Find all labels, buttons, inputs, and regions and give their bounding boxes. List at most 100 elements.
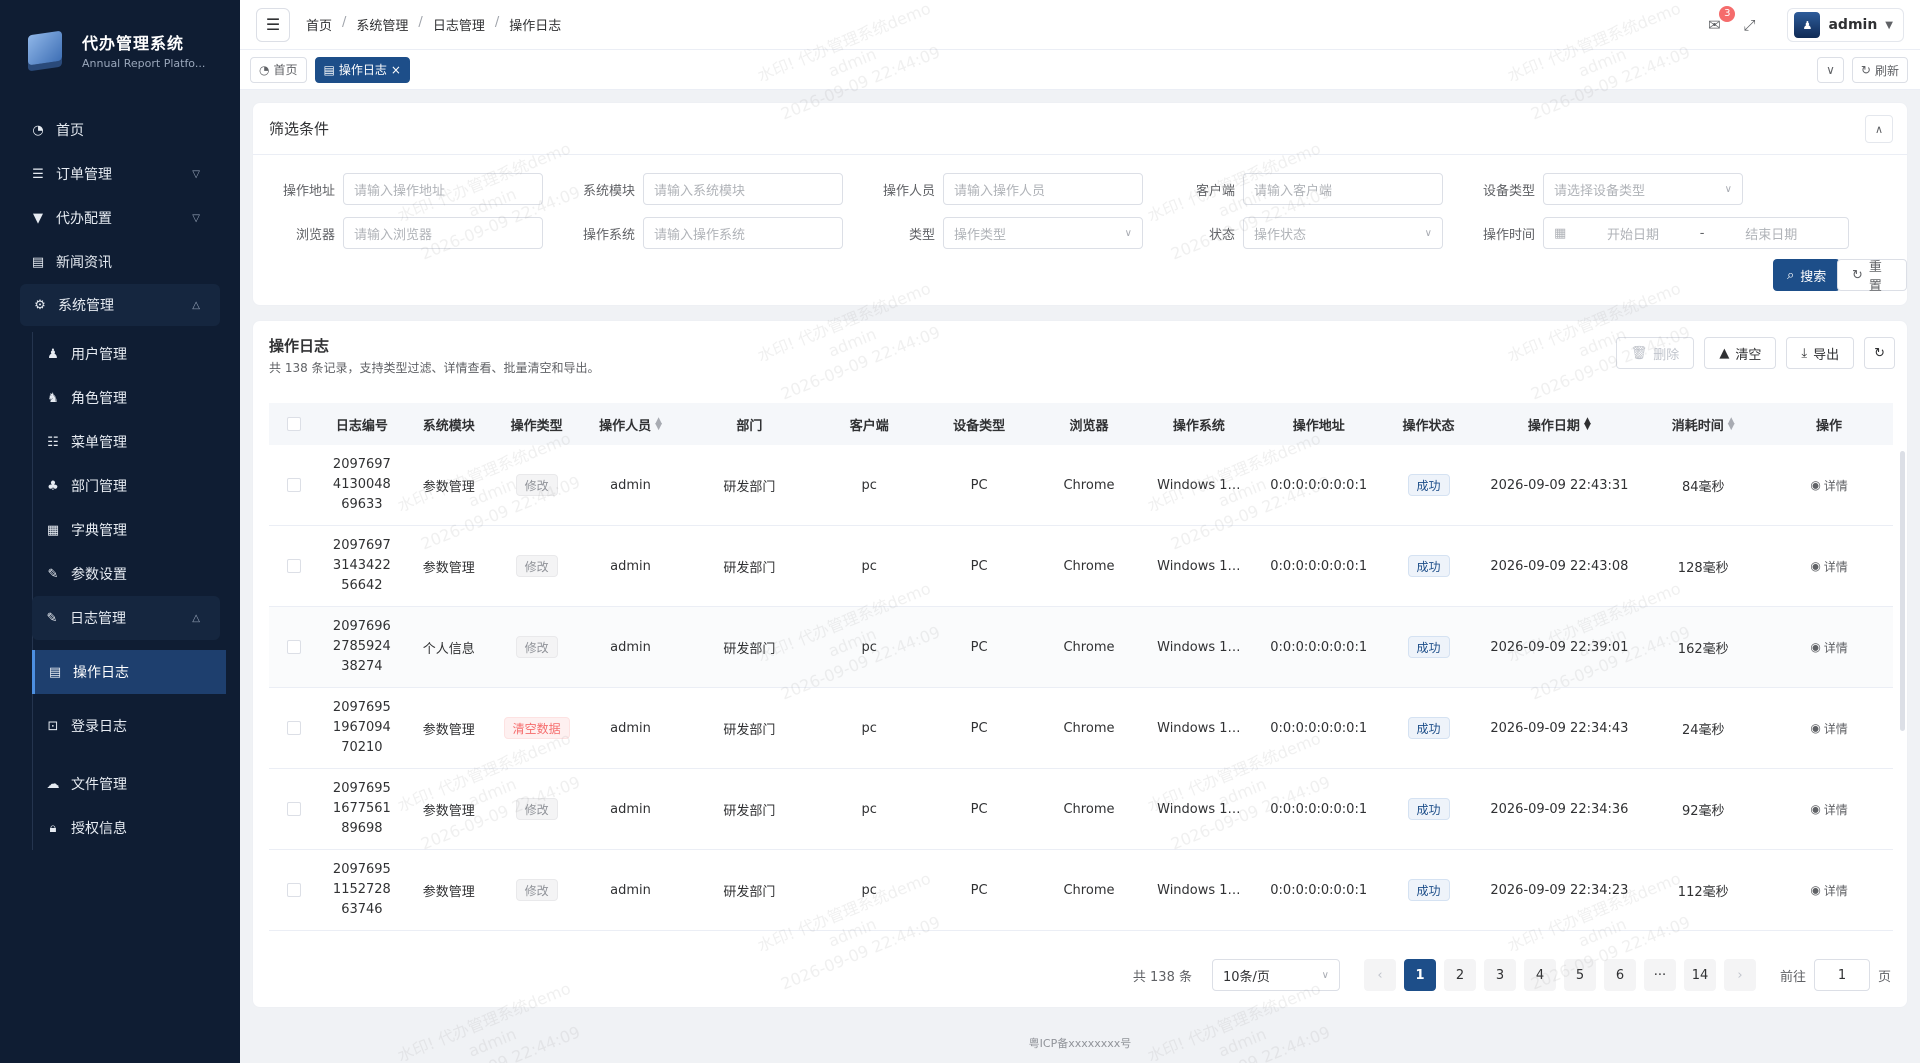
detail-link[interactable]: ◉ 详情 — [1810, 720, 1848, 737]
row-checkbox[interactable] — [286, 721, 301, 735]
table-scrollbar[interactable] — [1900, 451, 1905, 731]
collapse-button[interactable]: ∧ — [1865, 115, 1893, 143]
browser-cell: Chrome — [1063, 639, 1115, 655]
sidebar-item-license[interactable]: 🔒︎ 授权信息 — [0, 806, 240, 850]
footer-icp: 粤ICP备xxxxxxxx号 — [1028, 1037, 1132, 1050]
table-row[interactable]: 2097697413004869633 参数管理 修改 admin 研发部门 pc PC Ch… — [269, 445, 1893, 526]
search-button[interactable]: ⌕ 搜索 — [1773, 259, 1841, 291]
end-date[interactable]: 结束日期 — [1745, 224, 1797, 243]
sidebar-item-home[interactable]: ◔ 首页 — [0, 108, 240, 152]
row-checkbox[interactable] — [286, 478, 301, 492]
operator-input[interactable]: 请输入操作人员 — [943, 173, 1143, 205]
page-size-select[interactable]: 10条/页 ∨ — [1211, 959, 1340, 991]
address-cell: 0:0:0:0:0:0:0:1 — [1270, 477, 1368, 493]
page-button[interactable]: 6 — [1603, 959, 1636, 991]
column-header-operator[interactable]: 操作人员 ▲ ▼ — [581, 415, 681, 434]
os-input[interactable]: 请输入操作系统 — [643, 217, 843, 249]
prev-page-button[interactable]: ‹ — [1363, 959, 1396, 991]
sidebar-item-files[interactable]: ☁ 文件管理 — [0, 762, 240, 806]
device-cell: PC — [970, 639, 988, 655]
sidebar-item-logs[interactable]: ✎ 日志管理 △ — [32, 596, 220, 640]
client-input[interactable]: 请输入客户端 — [1243, 173, 1443, 205]
select-all-checkbox[interactable] — [286, 417, 301, 431]
sidebar-item-news[interactable]: ▤ 新闻资讯 — [0, 240, 240, 284]
tabs-dropdown-button[interactable]: ∨ — [1817, 57, 1844, 83]
tab-operation-log[interactable]: ▤ 操作日志 × — [314, 56, 410, 83]
type-select[interactable]: 操作类型 ∨ — [943, 217, 1143, 249]
next-page-button[interactable]: › — [1723, 959, 1756, 991]
start-date[interactable]: 开始日期 — [1607, 224, 1659, 243]
address-cell: 0:0:0:0:0:0:0:1 — [1270, 720, 1368, 736]
dept-cell: 研发部门 — [723, 560, 776, 576]
detail-link[interactable]: ◉ 详情 — [1810, 801, 1848, 818]
sidebar-item-users[interactable]: ♟ 用户管理 — [0, 332, 240, 376]
browser-input[interactable]: 请输入浏览器 — [343, 217, 543, 249]
more-pages-button[interactable]: ··· — [1643, 959, 1676, 991]
detail-link[interactable]: ◉ 详情 — [1810, 477, 1848, 494]
module-input[interactable]: 请输入系统模块 — [643, 173, 843, 205]
sidebar-item-dictionary[interactable]: ▦ 字典管理 — [0, 508, 240, 552]
page-button[interactable]: 3 — [1483, 959, 1516, 991]
detail-link[interactable]: ◉ 详情 — [1810, 558, 1848, 575]
clear-button[interactable]: ▲ 清空 — [1704, 337, 1777, 369]
page-button[interactable]: 14 — [1683, 959, 1716, 991]
export-button[interactable]: ⤓ 导出 — [1786, 337, 1855, 369]
sidebar-item-departments[interactable]: ♣ 部门管理 — [0, 464, 240, 508]
refresh-button[interactable]: ↻ 刷新 — [1851, 57, 1908, 83]
device-select[interactable]: 请选择设备类型 ∨ — [1543, 173, 1743, 205]
sidebar-item-orders[interactable]: ☰ 订单管理 ▽ — [0, 152, 240, 196]
goto-page-input[interactable]: 1 — [1813, 959, 1870, 991]
address-cell: 0:0:0:0:0:0:0:1 — [1270, 639, 1368, 655]
breadcrumb-item-logs[interactable]: 日志管理 — [433, 15, 485, 34]
reload-button[interactable]: ↻ — [1864, 337, 1895, 369]
sidebar-item-system[interactable]: ⚙ 系统管理 △ — [20, 284, 220, 326]
column-header-cost[interactable]: 消耗时间 ▲ ▼ — [1641, 415, 1765, 434]
address-input[interactable]: 请输入操作地址 — [343, 173, 543, 205]
table-row[interactable]: 2097695196709470210 参数管理 清空数据 admin 研发部门 pc PC… — [269, 688, 1893, 769]
page-button[interactable]: 4 — [1523, 959, 1556, 991]
table-row[interactable]: 2097695115272863746 参数管理 修改 admin 研发部门 pc PC Ch… — [269, 850, 1893, 931]
login-icon: ⊡ — [47, 718, 59, 734]
menu-toggle-icon[interactable]: ☰ — [256, 7, 290, 42]
log-card: 操作日志 共 138 条记录，支持类型过滤、详情查看、批量清空和导出。 🗑︎ 删除… — [252, 320, 1908, 1008]
sidebar-item-operation-log[interactable]: ▤ 操作日志 — [32, 650, 226, 694]
type-badge: 修改 — [515, 555, 558, 577]
avatar: ♟ — [1794, 12, 1821, 38]
table-row[interactable]: 2097697314342256642 参数管理 修改 admin 研发部门 pc PC Ch… — [269, 526, 1893, 607]
tab-label: 首页 — [273, 63, 298, 77]
row-checkbox[interactable] — [286, 640, 301, 654]
menu-list-icon: ☷ — [47, 434, 59, 450]
close-icon[interactable]: × — [391, 63, 401, 77]
date-range-picker[interactable]: ▦ 开始日期 - 结束日期 — [1543, 217, 1849, 249]
sidebar-item-params[interactable]: ✎ 参数设置 — [0, 552, 240, 596]
sidebar-item-menus[interactable]: ☷ 菜单管理 — [0, 420, 240, 464]
page-button[interactable]: 1 — [1403, 959, 1436, 991]
row-checkbox[interactable] — [286, 559, 301, 573]
page-button[interactable]: 2 — [1443, 959, 1476, 991]
sidebar-item-roles[interactable]: ♞ 角色管理 — [0, 376, 240, 420]
detail-link[interactable]: ◉ 详情 — [1810, 882, 1848, 899]
column-header-date[interactable]: 操作日期 ▲ ▼ — [1478, 415, 1642, 434]
detail-link[interactable]: ◉ 详情 — [1810, 639, 1848, 656]
column-header: 操作类型 — [510, 418, 563, 434]
column-header: 设备类型 — [953, 418, 1006, 434]
fullscreen-icon[interactable]: ⤢ — [1737, 16, 1761, 34]
breadcrumb-item-home[interactable]: 首页 — [306, 15, 332, 34]
page-button[interactable]: 5 — [1563, 959, 1596, 991]
row-checkbox[interactable] — [286, 802, 301, 816]
sidebar-item-config[interactable]: ▼ 代办配置 ▽ — [0, 196, 240, 240]
breadcrumb-item-system[interactable]: 系统管理 — [356, 15, 408, 34]
table-row[interactable]: 2097696278592438274 个人信息 修改 admin 研发部门 pc PC Ch… — [269, 607, 1893, 688]
tab-home[interactable]: ◔ 首页 — [250, 56, 307, 83]
row-checkbox[interactable] — [286, 883, 301, 897]
delete-button[interactable]: 🗑︎ 删除 — [1615, 337, 1695, 369]
table-row[interactable]: 2097695167756189698 参数管理 修改 admin 研发部门 pc PC Ch… — [269, 769, 1893, 850]
sidebar-item-login-log[interactable]: ⊡ 登录日志 — [0, 704, 240, 748]
message-icon[interactable]: ✉ 3 — [1701, 6, 1736, 38]
status-select[interactable]: 操作状态 ∨ — [1243, 217, 1443, 249]
browser-cell: Chrome — [1063, 477, 1115, 493]
client-cell: pc — [861, 882, 877, 898]
reset-button[interactable]: ↻ 重置 — [1837, 259, 1907, 294]
user-menu[interactable]: ♟ admin ▼ — [1787, 8, 1904, 42]
table-body: 2097697413004869633 参数管理 修改 admin 研发部门 pc PC Ch… — [269, 445, 1893, 931]
